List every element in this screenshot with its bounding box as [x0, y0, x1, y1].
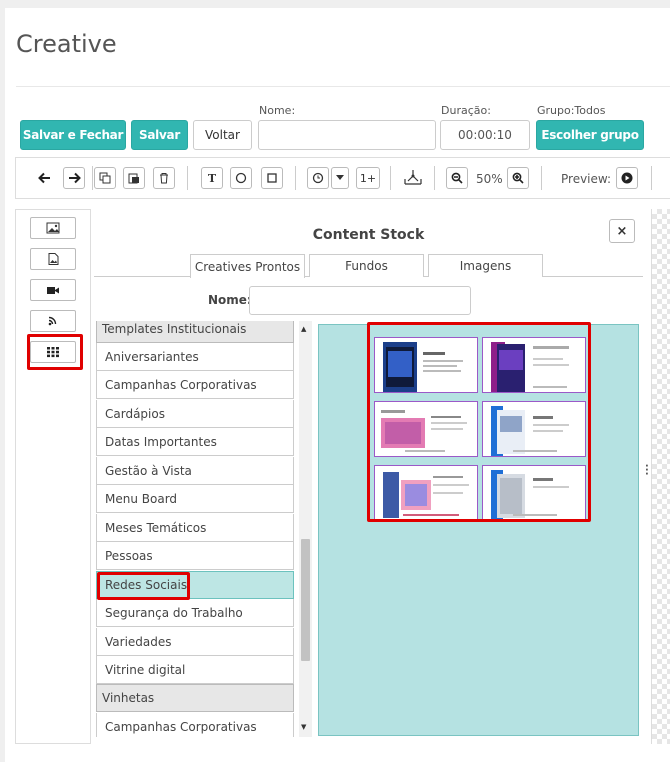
toolbar-separator [541, 166, 542, 190]
image-file-icon[interactable] [30, 248, 76, 270]
rss-icon[interactable] [30, 310, 76, 332]
toolbar-separator [187, 166, 188, 190]
nome-input[interactable] [258, 120, 436, 150]
thumbnail-grid [318, 324, 639, 736]
content-stock-title: Content Stock [312, 227, 425, 243]
grupo-label: Grupo:Todos [537, 104, 606, 117]
grid-icon[interactable] [30, 341, 76, 363]
zoom-out-icon[interactable] [446, 167, 468, 189]
toolbar-separator [92, 166, 93, 190]
toolbar-separator [434, 166, 435, 190]
rectangle-tool-icon[interactable] [261, 167, 283, 189]
copy-icon[interactable] [94, 167, 116, 189]
back-button[interactable]: Voltar [193, 120, 252, 150]
list-item-selected[interactable]: Redes Sociais [96, 571, 294, 599]
tab-imagens[interactable]: Imagens [428, 254, 543, 277]
layer-counter-button[interactable]: 1+ [356, 167, 380, 189]
list-item[interactable]: Cardápios [96, 400, 294, 428]
list-item[interactable]: Segurança do Trabalho [96, 599, 294, 627]
creative-thumbnail[interactable] [374, 401, 478, 457]
editor-toolbar: T 1+ 50% Preview: [15, 157, 670, 199]
toolbar-separator [651, 166, 652, 190]
canvas-edge [651, 209, 670, 744]
video-icon[interactable] [30, 279, 76, 301]
creative-thumbnail[interactable] [374, 465, 478, 521]
thumbnail-set [371, 333, 586, 521]
page-title: Creative [16, 30, 117, 58]
creative-thumbnail[interactable] [374, 337, 478, 393]
duracao-label: Duração: [441, 104, 491, 117]
arrow-right-icon[interactable] [63, 167, 85, 189]
list-item[interactable]: Campanhas Corporativas [96, 713, 294, 737]
list-scrollbar[interactable]: ▲ ▼ [299, 321, 312, 737]
list-item[interactable]: Meses Temáticos [96, 514, 294, 542]
list-item[interactable]: Vitrine digital [96, 656, 294, 684]
resize-handle-icon[interactable]: · · · [645, 462, 649, 480]
play-icon[interactable] [616, 167, 638, 189]
scroll-down-icon[interactable]: ▼ [301, 723, 306, 731]
creative-thumbnail[interactable] [482, 337, 586, 393]
duracao-input[interactable]: 00:00:10 [440, 120, 530, 150]
zoom-level: 50% [476, 172, 503, 186]
list-item[interactable]: Aniversariantes [96, 343, 294, 371]
list-item[interactable]: Gestão à Vista [96, 457, 294, 485]
zoom-in-icon[interactable] [507, 167, 529, 189]
choose-group-button[interactable]: Escolher grupo [536, 120, 644, 150]
tab-fundos[interactable]: Fundos [309, 254, 424, 277]
tab-creatives-prontos[interactable]: Creatives Prontos [190, 254, 305, 278]
text-tool-icon[interactable]: T [201, 167, 223, 189]
creative-thumbnail[interactable] [482, 401, 586, 457]
name-filter-input[interactable] [249, 286, 471, 315]
title-divider [16, 86, 670, 87]
content-stock-panel: Content Stock × Creatives Prontos Fundos… [94, 209, 643, 744]
caret-down-icon[interactable] [331, 167, 349, 189]
arrow-left-icon[interactable] [33, 167, 55, 189]
save-button[interactable]: Salvar [131, 120, 188, 150]
preview-label: Preview: [561, 172, 612, 186]
toolbar-separator [295, 166, 296, 190]
list-item[interactable]: Variedades [96, 628, 294, 656]
list-group-header[interactable]: Templates Institucionais [96, 321, 294, 343]
nome-label: Nome: [259, 104, 296, 117]
close-icon[interactable]: × [609, 219, 635, 243]
paste-icon[interactable] [123, 167, 145, 189]
save-and-close-button[interactable]: Salvar e Fechar [20, 120, 126, 150]
list-item[interactable]: Pessoas [96, 542, 294, 570]
list-item[interactable]: Campanhas Corporativas [96, 371, 294, 399]
list-item[interactable]: Menu Board [96, 485, 294, 513]
category-list: Templates Institucionais Aniversariantes… [96, 321, 298, 737]
name-filter-label: Nome: [208, 293, 252, 307]
list-group-header[interactable]: Vinhetas [96, 684, 294, 712]
clock-icon[interactable] [307, 167, 329, 189]
trash-icon[interactable] [153, 167, 175, 189]
list-item[interactable]: Datas Importantes [96, 428, 294, 456]
media-sidebar [15, 209, 91, 744]
creative-thumbnail[interactable] [482, 465, 586, 521]
scrollbar-thumb[interactable] [301, 539, 310, 661]
align-center-icon[interactable] [401, 167, 425, 189]
circle-tool-icon[interactable] [230, 167, 252, 189]
image-icon[interactable] [30, 217, 76, 239]
scroll-up-icon[interactable]: ▲ [301, 325, 306, 333]
toolbar-separator [390, 166, 391, 190]
